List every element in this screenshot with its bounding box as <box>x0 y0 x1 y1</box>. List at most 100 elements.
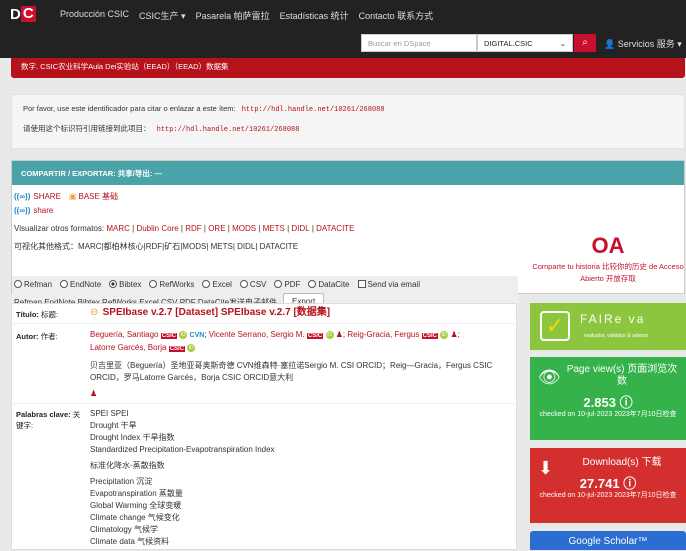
nav-pasarela[interactable]: Pasarela 帕萨雷拉 <box>196 9 270 22</box>
checkmark-icon: ✓ <box>540 311 570 341</box>
radio-pdf[interactable]: PDF <box>274 280 300 289</box>
search-input[interactable]: Buscar en DSpace <box>361 34 477 52</box>
keyword-item: 标准化降水-蒸散指数 <box>90 461 165 470</box>
logo-d: D <box>10 5 21 23</box>
open-access-text: Comparte tu historia 比较你的历史 de Acceso Ab… <box>532 262 684 283</box>
fair-subtitle: evaluator, validator & advisor <box>584 333 649 339</box>
person-icon: ♟ <box>335 330 343 339</box>
share-link[interactable]: SHARE <box>33 192 61 201</box>
share-icon-2: ((∞)) <box>14 205 31 215</box>
keyword-item: Climate data 气候资料 <box>90 537 170 546</box>
scope-selected-value: DIGITAL.CSIC <box>484 39 533 48</box>
keywords-value: SPEI SPEI Drought 干旱 Drought Index 干旱指数 … <box>90 408 512 548</box>
identifier-row-es: Por favor, use este identificador para c… <box>23 104 673 114</box>
person-icon: ♟ <box>450 330 458 339</box>
base-link[interactable]: BASE 基础 <box>78 191 118 202</box>
meta-row-keywords: Palabras clave: 关键字: SPEI SPEI Drought 干… <box>12 404 518 551</box>
keyword-item: Standardized Precipitation-Evapotranspir… <box>90 445 275 454</box>
radio-bibtex[interactable]: Bibtex <box>109 280 141 289</box>
item-metadata: Título: 标题: ⊖ SPEIbase v.2.7 [Dataset] S… <box>11 303 518 551</box>
identifier-text-zh: 请使用这个标识符引用链接到此项目： <box>23 124 151 133</box>
open-access-icon: ⊖ <box>90 307 99 318</box>
orcid-icon[interactable]: iD <box>325 330 334 339</box>
identifier-text-es: Por favor, use este identificador para c… <box>23 104 236 113</box>
main-nav: Producción CSIC CSIC生产 ▾ Pasarela 帕萨雷拉 E… <box>60 9 443 22</box>
user-icon: 👤 <box>604 39 616 49</box>
meta-row-authors: Autor: 作者: Beguería, Santiago CSIC iD CV… <box>12 324 518 404</box>
radio-refman[interactable]: Refman <box>14 280 52 289</box>
radio-refworks[interactable]: RefWorks <box>149 280 194 289</box>
cvn-badge[interactable]: CVN <box>190 332 205 339</box>
scope-select[interactable]: DIGITAL.CSIC ⌄ <box>477 34 573 52</box>
keyword-item: Global Warming 全球变暖 <box>90 501 182 510</box>
info-icon[interactable]: ⓘ <box>623 476 636 491</box>
open-access-logo: OA <box>591 233 625 258</box>
format-datacite[interactable]: DATACITE <box>316 224 354 233</box>
logo-c: C <box>20 5 36 22</box>
page-views-date: checked on 10-jul-2023 2023年7月10日检查 <box>539 411 677 418</box>
fair-widget[interactable]: ✓ FAIRe va evaluator, validator & adviso… <box>530 303 686 350</box>
bookmark-icon: ▣ <box>68 191 77 201</box>
formats-label: Visualizar otros formatos: <box>14 223 105 233</box>
nav-contacto[interactable]: Contacto 联系方式 <box>359 9 434 22</box>
services-label: Servicios 服务 ▾ <box>617 39 682 49</box>
author-link-vicente[interactable]: Vicente Serrano, Sergio M. <box>209 330 305 339</box>
orcid-icon[interactable]: iD <box>179 330 188 339</box>
share-line-2: ((∞)) share <box>14 203 682 217</box>
keyword-item: SPEI SPEI <box>90 409 129 418</box>
handle-link-es[interactable]: http://hdl.handle.net/10261/268088 <box>242 106 385 114</box>
identifier-row-zh: 请使用这个标识符引用链接到此项目： http://hdl.handle.net/… <box>23 123 673 134</box>
search-button[interactable]: ⌕ <box>574 34 596 52</box>
share-export-panel: COMPARTIR / EXPORTAR: 共享/导出: — ((∞)) SHA… <box>11 160 686 311</box>
author-link-latorre[interactable]: Latorre Garcés, Borja <box>90 343 166 352</box>
nav-estadisticas[interactable]: Estadísticas 统计 <box>280 9 349 22</box>
open-access-promo[interactable]: OA Comparte tu historia 比较你的历史 de Acceso… <box>530 233 686 285</box>
handle-link-zh[interactable]: http://hdl.handle.net/10261/268088 <box>157 126 300 134</box>
share-panel-header: COMPARTIR / EXPORTAR: 共享/导出: — <box>12 161 684 185</box>
share-lower-link[interactable]: share <box>33 206 53 215</box>
nav-csic-dropdown[interactable]: CSIC生产 ▾ <box>139 9 186 22</box>
csic-badge: CSIC <box>168 346 186 352</box>
csic-badge: CSIC <box>160 333 178 339</box>
author-link-begueria[interactable]: Beguería, Santiago <box>90 330 159 339</box>
fair-title: FAIRe va <box>580 312 646 326</box>
site-logo[interactable]: D C <box>10 5 36 23</box>
csic-badge: CSIC <box>421 333 438 339</box>
format-mods[interactable]: MODS <box>232 224 256 233</box>
share-line-1: ((∞)) SHARE ▣ BASE 基础 <box>14 189 682 203</box>
radio-csv[interactable]: CSV <box>239 280 266 289</box>
orcid-icon[interactable]: iD <box>187 343 196 352</box>
checkbox-send-email[interactable]: Send via email <box>357 280 420 289</box>
authors-value: Beguería, Santiago CSIC iD CVN; Vicente … <box>90 329 512 400</box>
title-label: Título: 标题: <box>16 310 59 319</box>
format-ore[interactable]: ORE <box>208 224 225 233</box>
orcid-icon[interactable]: iD <box>440 330 449 339</box>
downloads-title: Download(s) 下载 <box>582 457 662 468</box>
format-rdf[interactable]: RDF <box>185 224 201 233</box>
title-value: ⊖ SPEIbase v.2.7 [Dataset] SPEIbase v.2.… <box>90 307 512 319</box>
radio-excel[interactable]: Excel <box>202 280 232 289</box>
collection-banner: 数字. CSIC农业科学Aula Dei实验站（EEAD）（EEAD）数据集 <box>11 58 685 78</box>
person-icon: ♟ <box>90 389 98 398</box>
format-dublin-core[interactable]: Dublin Core <box>136 224 178 233</box>
authors-line-2: Latorre Garcés, Borja CSIC iD <box>90 342 512 355</box>
format-mets[interactable]: METS <box>263 224 285 233</box>
info-icon[interactable]: ⓘ <box>620 395 633 410</box>
identifier-box: Por favor, use este identificador para c… <box>11 94 685 149</box>
keyword-item: Climatology 气候学 <box>90 525 159 534</box>
keyword-item: Precipitation 沉淀 <box>90 477 153 486</box>
downloads-date: checked on 10-jul-2023 2023年7月10日检查 <box>539 492 677 499</box>
nav-produccion[interactable]: Producción CSIC <box>60 9 129 22</box>
format-marc[interactable]: MARC <box>106 224 130 233</box>
item-title: SPEIbase v.2.7 [Dataset] SPEIbase v.2.7 … <box>102 307 331 318</box>
format-didl[interactable]: DIDL <box>291 224 309 233</box>
radio-endnote[interactable]: EndNote <box>60 280 101 289</box>
author-link-reig[interactable]: Reig-Gracia, Fergus <box>347 330 419 339</box>
keywords-label: Palabras clave: 关键字: <box>16 410 81 430</box>
google-scholar-button[interactable]: Google Scholar™ <box>530 531 686 550</box>
csic-badge: CSIC <box>306 333 324 339</box>
services-menu[interactable]: 👤 Servicios 服务 ▾ <box>604 37 682 50</box>
radio-datacite[interactable]: DataCite <box>308 280 350 289</box>
top-navbar: D C Producción CSIC CSIC生产 ▾ Pasarela 帕萨… <box>0 0 686 58</box>
share-icon: ((∞)) <box>14 191 31 201</box>
